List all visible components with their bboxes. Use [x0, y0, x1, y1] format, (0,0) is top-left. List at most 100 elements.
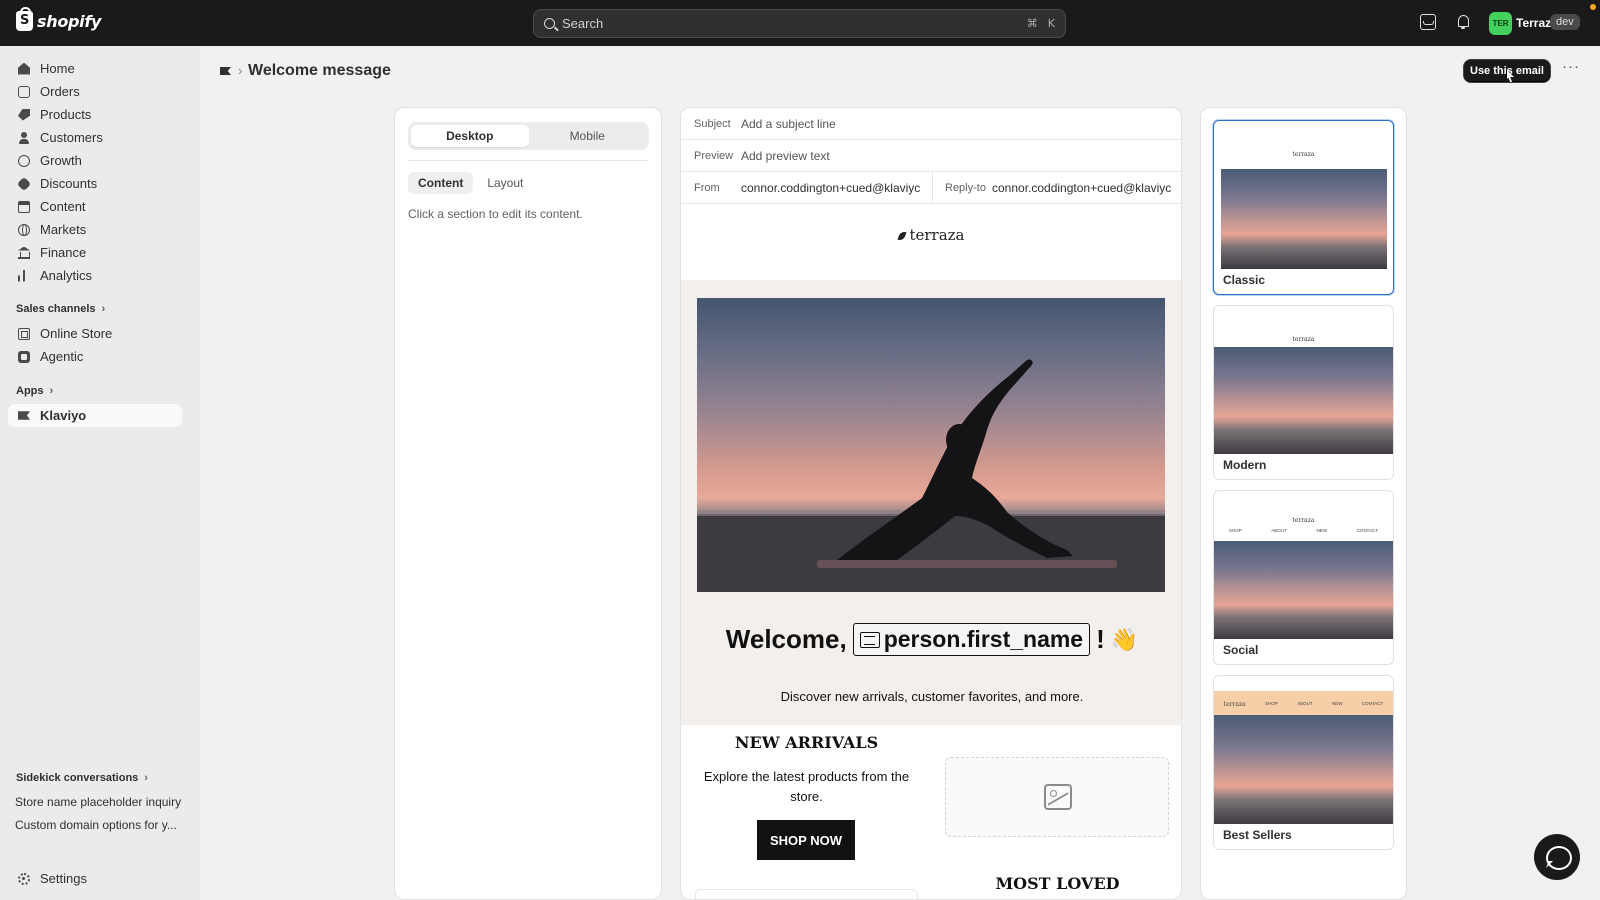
replyto-label: Reply-to	[945, 181, 986, 194]
from-input[interactable]: connor.coddington+cued@klaviyc	[741, 181, 931, 195]
sidebar-item-discounts[interactable]: Discounts	[8, 172, 182, 195]
sidebar-item-content[interactable]: Content	[8, 195, 182, 218]
shortcut-key: K	[1047, 17, 1055, 30]
content-icon	[18, 200, 30, 213]
bell-icon[interactable]	[1455, 14, 1471, 30]
tab-layout[interactable]: Layout	[477, 172, 533, 194]
shopify-logo[interactable]: shopify	[16, 7, 101, 31]
page-title: Welcome message	[248, 62, 391, 79]
online-store-icon	[18, 327, 30, 340]
search-placeholder: Search	[562, 16, 604, 31]
template-nav-item: SHOP	[1228, 528, 1242, 533]
shop-now-button[interactable]: SHOP NOW	[757, 820, 855, 860]
template-picker: terraza Classic terraza Modern terraza S…	[1200, 107, 1407, 900]
editor-panel: Desktop Mobile Content Layout Click a se…	[394, 107, 662, 900]
preview-input[interactable]: Add preview text	[741, 149, 830, 163]
brand-text: terraza	[909, 226, 965, 244]
mobile-toggle[interactable]: Mobile	[529, 125, 647, 147]
personalization-tag[interactable]: person.first_name	[852, 623, 1091, 656]
analytics-icon	[18, 269, 25, 282]
conversation-link[interactable]: Store name placeholder inquiry	[15, 795, 181, 809]
subject-row[interactable]: Subject Add a subject line	[681, 108, 1181, 140]
wave-emoji-icon: 👋	[1110, 626, 1139, 652]
hero-image[interactable]	[697, 298, 1165, 592]
sidebar-item-label: Content	[40, 199, 86, 214]
email-preview: Subject Add a subject line Preview Add p…	[680, 107, 1182, 900]
sidebar-item-orders[interactable]: Orders	[8, 80, 182, 103]
desktop-toggle[interactable]: Desktop	[411, 125, 529, 147]
conversation-link[interactable]: Custom domain options for y...	[15, 818, 177, 832]
subject-input[interactable]: Add a subject line	[741, 117, 836, 131]
chevron-right-icon: ›	[49, 385, 54, 397]
sidebar-item-label: Online Store	[40, 326, 113, 341]
tag-text: person.first_name	[883, 626, 1084, 652]
template-nav-item: NEW	[1332, 701, 1343, 706]
template-name: Social	[1223, 643, 1259, 657]
template-card-social[interactable]: terraza SHOP ABOUT NEW CONTACT Social	[1213, 490, 1394, 665]
sidebar-item-home[interactable]: Home	[8, 57, 182, 80]
template-nav-item: CONTACT	[1361, 701, 1384, 706]
sidebar-item-label: Orders	[40, 84, 80, 99]
sidebar-item-growth[interactable]: Growth	[8, 149, 182, 172]
welcome-heading[interactable]: Welcome, person.first_name ! 👋	[681, 623, 1181, 656]
new-arrivals-body[interactable]: Explore the latest products from the sto…	[701, 767, 912, 807]
sales-channels-heading[interactable]: Sales channels ›	[16, 303, 105, 315]
store-avatar[interactable]: TER	[1489, 12, 1512, 35]
sidebar-item-klaviyo[interactable]: Klaviyo	[8, 404, 182, 427]
sidebar-item-label: Home	[40, 61, 75, 76]
editor-tabs: Content Layout	[408, 172, 533, 194]
sidebar-item-markets[interactable]: Markets	[8, 218, 182, 241]
search-bar[interactable]: Search ⌘ K	[533, 9, 1066, 38]
sidebar-item-label: Agentic	[40, 349, 84, 364]
template-card-modern[interactable]: terraza Modern	[1213, 305, 1394, 480]
apps-heading[interactable]: Apps ›	[16, 385, 53, 397]
preview-label: Preview	[694, 149, 734, 162]
text-tag-icon	[859, 631, 880, 648]
sidebar-item-agentic[interactable]: Agentic	[8, 345, 182, 368]
sidebar-item-products[interactable]: Products	[8, 103, 182, 126]
more-actions-button[interactable]: ···	[1562, 58, 1580, 75]
email-brand-logo[interactable]: terraza	[681, 226, 1181, 244]
sidekick-heading[interactable]: Sidekick conversations ›	[16, 772, 148, 784]
template-nav-item: SHOP	[1265, 701, 1278, 706]
editor-hint: Click a section to edit its content.	[408, 207, 583, 221]
search-icon	[544, 18, 555, 29]
template-card-best-sellers[interactable]: terraza SHOP ABOUT NEW CONTACT Best Sellers	[1213, 675, 1394, 850]
template-nav-item: ABOUT	[1297, 701, 1313, 706]
most-loved-heading[interactable]: MOST LOVED	[932, 874, 1181, 893]
new-arrivals-heading[interactable]: NEW ARRIVALS	[681, 733, 932, 752]
discover-text[interactable]: Discover new arrivals, customer favorite…	[681, 689, 1181, 704]
sidebar-item-label: Settings	[40, 871, 87, 886]
template-thumbnail-image	[1221, 169, 1387, 269]
template-brand: terraza	[1223, 701, 1246, 708]
breadcrumb-separator: ›	[238, 63, 243, 78]
shortcut-cmd: ⌘	[1026, 17, 1038, 30]
image-placeholder[interactable]	[945, 757, 1169, 837]
orders-icon	[18, 85, 30, 98]
template-brand: terraza	[1292, 151, 1315, 158]
inbox-icon[interactable]	[1420, 14, 1436, 30]
sidebar-item-settings[interactable]: Settings	[8, 867, 182, 890]
replyto-input[interactable]: connor.coddington+cued@klaviyc	[992, 181, 1174, 195]
finance-icon	[18, 247, 30, 259]
placeholder-block[interactable]	[695, 889, 918, 899]
sidebar-item-online-store[interactable]: Online Store	[8, 322, 182, 345]
chevron-right-icon: ›	[101, 303, 106, 315]
sidebar-item-analytics[interactable]: Analytics	[8, 264, 182, 287]
sidebar-item-customers[interactable]: Customers	[8, 126, 182, 149]
markets-icon	[18, 223, 30, 236]
sidebar-item-label: Discounts	[40, 176, 98, 191]
sidebar-item-finance[interactable]: Finance	[8, 241, 182, 264]
yoga-silhouette-image	[697, 359, 1165, 592]
divider	[408, 160, 649, 161]
chat-bubble-button[interactable]	[1534, 834, 1580, 880]
tab-content[interactable]: Content	[408, 172, 474, 194]
template-card-classic[interactable]: terraza Classic	[1213, 120, 1394, 295]
from-label: From	[694, 181, 720, 194]
preview-row[interactable]: Preview Add preview text	[681, 140, 1181, 172]
customers-icon	[18, 131, 30, 144]
sidebar-item-label: Analytics	[40, 268, 93, 283]
template-name: Modern	[1223, 458, 1267, 472]
sidebar-item-label: Products	[40, 107, 92, 122]
sidebar-item-label: Finance	[40, 245, 87, 260]
